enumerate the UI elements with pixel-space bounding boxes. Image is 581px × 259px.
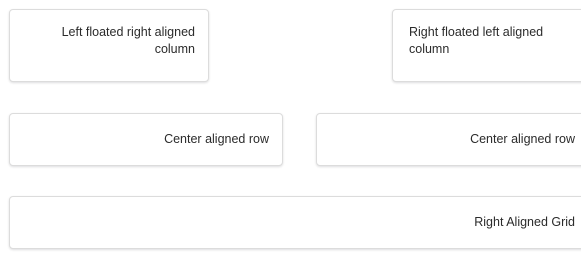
segment-text: Right Aligned Grid bbox=[474, 215, 575, 229]
segment-text: Right floated left aligned column bbox=[409, 25, 544, 56]
right-aligned-grid-segment: Right Aligned Grid bbox=[9, 196, 581, 249]
center-aligned-row-segment-1: Center aligned row bbox=[9, 113, 283, 166]
segment-text: Left floated right aligned column bbox=[61, 25, 195, 56]
right-floated-left-aligned-segment: Right floated left aligned column bbox=[392, 9, 581, 82]
left-floated-right-aligned-segment: Left floated right aligned column bbox=[9, 9, 209, 82]
segment-text: Center aligned row bbox=[164, 132, 269, 146]
segment-text: Center aligned row bbox=[470, 132, 575, 146]
center-aligned-row-segment-2: Center aligned row bbox=[316, 113, 581, 166]
